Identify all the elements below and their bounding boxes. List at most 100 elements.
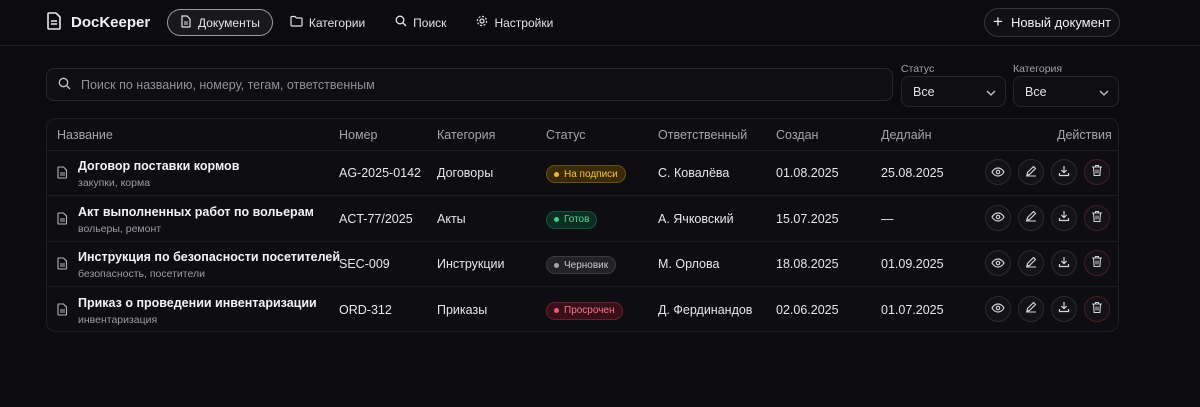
view-button[interactable] <box>985 295 1011 322</box>
document-icon <box>57 302 68 319</box>
pencil-icon <box>1025 256 1037 271</box>
search-bar <box>46 68 893 101</box>
row-actions <box>985 204 1110 231</box>
status-dot <box>554 217 559 222</box>
chevron-down-icon <box>986 85 996 99</box>
download-button[interactable] <box>1051 295 1077 322</box>
view-button[interactable] <box>985 204 1011 231</box>
edit-button[interactable] <box>1018 204 1044 231</box>
eye-icon <box>991 256 1005 271</box>
download-icon <box>1058 210 1070 225</box>
document-owner: С. Ковалёва <box>658 166 730 180</box>
logo-document-icon <box>46 12 62 33</box>
edit-button[interactable] <box>1018 159 1044 185</box>
document-deadline: — <box>881 211 894 226</box>
document-number: AG-2025-0142 <box>339 166 422 180</box>
nav-documents[interactable]: Документы <box>167 9 273 36</box>
status-badge: Готов <box>546 210 598 229</box>
status-badge: На подписи <box>546 165 626 183</box>
header-name[interactable]: Название <box>57 128 113 142</box>
header-category[interactable]: Категория <box>437 128 495 142</box>
nav-documents-label: Документы <box>198 15 260 30</box>
top-header: DocKeeper Документы Категории Поиск Наст… <box>0 0 1200 46</box>
table-row[interactable]: Договор поставки кормов закупки, корма A… <box>47 151 1118 196</box>
view-button[interactable] <box>985 159 1011 185</box>
nav-settings[interactable]: Настройки <box>463 9 566 36</box>
status-dot <box>554 262 559 268</box>
download-button[interactable] <box>1051 204 1077 231</box>
table-row[interactable]: Инструкция по безопасности посетителей б… <box>47 242 1118 287</box>
pencil-icon <box>1025 165 1037 180</box>
edit-button[interactable] <box>1018 295 1044 322</box>
document-title[interactable]: Акт выполненных работ по вольерам <box>78 205 314 219</box>
main-nav: Документы Категории Поиск Настройки <box>167 9 566 36</box>
brand[interactable]: DocKeeper <box>46 12 150 33</box>
header-number[interactable]: Номер <box>339 128 377 142</box>
table-header: Название Номер Категория Статус Ответств… <box>47 119 1118 151</box>
search-icon <box>395 15 407 30</box>
brand-name: DocKeeper <box>71 14 151 31</box>
header-status[interactable]: Статус <box>546 128 586 142</box>
trash-icon <box>1091 210 1103 226</box>
row-actions <box>985 295 1110 322</box>
row-actions <box>985 159 1110 185</box>
delete-button[interactable] <box>1084 295 1110 322</box>
nav-categories-label: Категории <box>308 15 366 30</box>
document-deadline: 25.08.2025 <box>881 166 944 180</box>
document-owner: М. Орлова <box>658 257 720 271</box>
pencil-icon <box>1025 301 1037 316</box>
eye-icon <box>991 301 1005 316</box>
search-input[interactable] <box>81 69 892 100</box>
table-row[interactable]: Приказ о проведении инвентаризации инвен… <box>47 288 1118 332</box>
document-number: SEC-009 <box>339 257 390 271</box>
view-button[interactable] <box>985 250 1011 276</box>
new-document-button[interactable]: + Новый документ <box>984 8 1120 37</box>
status-label: Готов <box>564 214 590 225</box>
delete-button[interactable] <box>1084 159 1110 185</box>
header-deadline[interactable]: Дедлайн <box>881 128 932 142</box>
category-filter-select[interactable]: Все <box>1013 76 1119 107</box>
download-button[interactable] <box>1051 250 1077 276</box>
document-title[interactable]: Приказ о проведении инвентаризации <box>78 296 317 310</box>
eye-icon <box>991 210 1005 225</box>
nav-settings-label: Настройки <box>494 15 554 30</box>
document-deadline: 01.07.2025 <box>881 302 944 317</box>
category-filter-value: Все <box>1025 84 1047 99</box>
documents-table: Название Номер Категория Статус Ответств… <box>46 118 1119 332</box>
download-icon <box>1058 301 1070 316</box>
category-filter-label: Категория <box>1013 63 1063 75</box>
document-title[interactable]: Договор поставки кормов <box>78 159 239 173</box>
document-created: 02.06.2025 <box>776 302 839 317</box>
document-created: 01.08.2025 <box>776 166 839 180</box>
status-filter-select[interactable]: Все <box>901 76 1006 107</box>
trash-icon <box>1091 301 1103 317</box>
header-actions: Действия <box>1057 128 1112 142</box>
status-badge: Черновик <box>546 256 617 274</box>
nav-search[interactable]: Поиск <box>382 9 459 36</box>
header-owner[interactable]: Ответственный <box>658 128 747 142</box>
status-dot <box>554 308 559 313</box>
trash-icon <box>1091 164 1103 180</box>
delete-button[interactable] <box>1084 250 1110 276</box>
document-icon <box>57 211 68 228</box>
delete-button[interactable] <box>1084 204 1110 231</box>
new-document-label: Новый документ <box>1010 15 1111 30</box>
chevron-down-icon <box>1099 85 1109 99</box>
row-actions <box>985 250 1110 276</box>
document-number: ORD-312 <box>339 302 392 317</box>
download-icon <box>1058 165 1070 180</box>
plus-icon: + <box>993 12 1003 31</box>
download-button[interactable] <box>1051 159 1077 185</box>
header-created[interactable]: Создан <box>776 128 818 142</box>
document-category: Инструкции <box>437 257 505 271</box>
gear-icon <box>476 15 488 30</box>
document-tags: инвентаризация <box>78 313 158 326</box>
document-category: Акты <box>437 211 466 226</box>
status-label: Черновик <box>564 259 609 271</box>
edit-button[interactable] <box>1018 250 1044 276</box>
document-tags: вольеры, ремонт <box>78 222 162 235</box>
document-title[interactable]: Инструкция по безопасности посетителей <box>78 250 340 264</box>
nav-categories[interactable]: Категории <box>277 9 378 36</box>
document-created: 15.07.2025 <box>776 211 839 226</box>
table-row[interactable]: Акт выполненных работ по вольерам вольер… <box>47 197 1118 242</box>
